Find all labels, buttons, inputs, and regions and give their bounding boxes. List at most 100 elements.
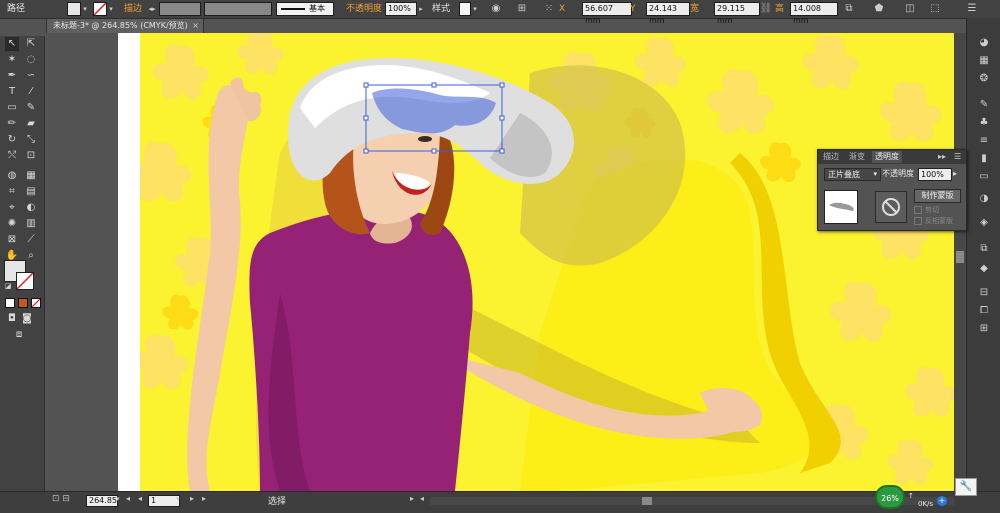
x-field[interactable]: 56.607 mm: [582, 2, 632, 25]
isolate-icon[interactable]: ◫: [903, 2, 917, 16]
make-mask-button[interactable]: 制作蒙版: [914, 189, 961, 203]
magic-wand-icon[interactable]: ✶: [5, 53, 19, 67]
opacity-slider-icon[interactable]: ▸: [953, 168, 957, 179]
width-field[interactable]: 29.115 mm: [714, 2, 760, 25]
network-monitor-badge[interactable]: 26%: [875, 485, 905, 509]
artboard-icon[interactable]: ⊠: [5, 233, 19, 247]
variable-width-profile[interactable]: [204, 2, 272, 16]
screen-mode-icon[interactable]: ⧈: [12, 328, 26, 342]
pen-icon[interactable]: ✒: [5, 69, 19, 83]
stroke-panel-icon[interactable]: ≡: [976, 134, 992, 148]
gradient-icon[interactable]: ▤: [24, 185, 38, 199]
stroke-weight-field[interactable]: [159, 2, 201, 16]
color-panel-icon[interactable]: ◕: [976, 36, 992, 50]
zoom-icon[interactable]: ⌕: [24, 249, 38, 263]
constrain-proportions-icon[interactable]: ⛓: [759, 2, 773, 16]
mesh-icon[interactable]: ⌗: [5, 185, 19, 199]
clip-checkbox[interactable]: 剪切: [914, 205, 939, 215]
next-artboard-icon[interactable]: ▸: [190, 494, 194, 503]
tab-transparency[interactable]: 透明度: [872, 151, 902, 163]
transform-icon[interactable]: ⧉: [842, 2, 856, 16]
symbols-panel-icon[interactable]: ♣: [976, 116, 992, 130]
fill-swatch[interactable]: [67, 2, 81, 16]
stroke-swatch[interactable]: [93, 2, 107, 16]
boost-icon[interactable]: +: [937, 496, 947, 506]
lasso-icon[interactable]: ◌: [24, 53, 38, 67]
stroke-weight-stepper[interactable]: ◂▸: [147, 2, 157, 16]
close-tab-icon[interactable]: ×: [192, 19, 199, 33]
status-menu-icon[interactable]: ▸: [410, 494, 414, 503]
type-icon[interactable]: T: [5, 85, 19, 99]
brush-definition[interactable]: 基本: [276, 2, 334, 16]
invert-mask-checkbox[interactable]: 反相蒙版: [914, 216, 953, 226]
align-grid-icon[interactable]: ⊞: [515, 2, 529, 16]
draw-normal-icon[interactable]: ◘: [5, 312, 19, 326]
shape-builder-icon[interactable]: ◍: [5, 169, 19, 183]
vertical-scrollbar[interactable]: [954, 33, 966, 491]
document-tab[interactable]: 未标题-3* @ 264.85% (CMYK/预览) ×: [46, 18, 204, 33]
stroke-dropdown[interactable]: ▾: [106, 2, 116, 16]
rotate-icon[interactable]: ↻: [5, 133, 19, 147]
height-field[interactable]: 14.008 mm: [790, 2, 838, 25]
last-artboard-icon[interactable]: ▸: [202, 494, 206, 503]
pathfinder-panel-icon[interactable]: ⧠: [976, 304, 992, 318]
transparency-panel-icon[interactable]: ◑: [976, 192, 992, 206]
slice-icon[interactable]: ⟋: [24, 233, 38, 247]
x-label[interactable]: X: [559, 2, 565, 16]
artboards-panel-icon[interactable]: ⧉: [976, 242, 992, 256]
vertical-scroll-thumb[interactable]: [956, 251, 964, 263]
blend-icon[interactable]: ◐: [24, 201, 38, 215]
gradient-panel-icon[interactable]: ▮: [976, 152, 992, 166]
y-label[interactable]: Y: [630, 2, 636, 16]
layers-panel-icon[interactable]: ◆: [976, 262, 992, 276]
free-transform-icon[interactable]: ⊡: [24, 149, 38, 163]
default-colors-icon[interactable]: ◪: [4, 282, 12, 290]
stroke-color-box[interactable]: [16, 272, 34, 290]
artwork[interactable]: [140, 33, 954, 491]
symbol-sprayer-icon[interactable]: ✺: [5, 217, 19, 231]
graphic-style-dropdown[interactable]: ▾: [470, 2, 480, 16]
height-label[interactable]: 高: [775, 2, 784, 16]
tab-gradient[interactable]: 渐变: [846, 151, 868, 163]
align-panel-icon[interactable]: ⊟: [976, 286, 992, 300]
selection-icon[interactable]: ↖: [5, 37, 19, 51]
column-graph-icon[interactable]: ▥: [24, 217, 38, 231]
previous-artboard-icon[interactable]: ◂: [126, 494, 130, 503]
y-field[interactable]: 24.143 mm: [646, 2, 690, 25]
draw-behind-icon[interactable]: ◙: [20, 312, 34, 326]
panel-opacity-field[interactable]: 100%: [918, 168, 952, 181]
width-label[interactable]: 宽: [690, 2, 699, 16]
fill-dropdown[interactable]: ▾: [80, 2, 90, 16]
artboard-nav-icon[interactable]: ⊡ ⊟: [52, 494, 70, 504]
color-guide-icon[interactable]: ❂: [976, 72, 992, 86]
blend-mode-select[interactable]: 正片叠底 ▾: [824, 168, 881, 181]
shape-icon[interactable]: ⬟: [872, 2, 886, 16]
direct-selection-icon[interactable]: ⇱: [24, 37, 38, 51]
pencil-icon[interactable]: ✏: [5, 117, 19, 131]
line-icon[interactable]: ⁄: [24, 85, 38, 99]
perspective-icon[interactable]: ▦: [24, 169, 38, 183]
appearance-panel-icon[interactable]: ▭: [976, 170, 992, 184]
curvature-icon[interactable]: ∽: [24, 69, 38, 83]
arrange-icon[interactable]: ⬚: [928, 2, 942, 16]
collapse-icon[interactable]: ▸▸: [938, 151, 946, 163]
stroke-label[interactable]: 描边: [124, 2, 142, 16]
first-artboard-icon[interactable]: ◂: [138, 494, 142, 503]
rectangle-icon[interactable]: ▭: [5, 101, 19, 115]
reference-point-icon[interactable]: ⁙: [542, 2, 556, 16]
recolor-artwork-icon[interactable]: ◉: [489, 2, 503, 16]
wrench-icon[interactable]: 🔧: [955, 478, 977, 496]
panel-menu-icon[interactable]: ☰: [954, 151, 961, 163]
color-mode-icon[interactable]: [5, 298, 15, 308]
mask-thumbnail[interactable]: [875, 191, 907, 223]
opacity-label[interactable]: 不透明度: [346, 2, 382, 16]
opacity-dropdown[interactable]: ▸: [416, 2, 426, 16]
brushes-panel-icon[interactable]: ✎: [976, 98, 992, 112]
tab-stroke[interactable]: 描边: [820, 151, 842, 163]
none-mode-icon[interactable]: [31, 298, 41, 308]
swatches-panel-icon[interactable]: ▦: [976, 54, 992, 68]
artboard-dropdown-icon[interactable]: ▾: [176, 495, 180, 503]
opacity-field[interactable]: 100%: [385, 2, 417, 16]
scroll-left-icon[interactable]: ◂: [420, 494, 424, 503]
transform-panel-icon[interactable]: ⊞: [976, 322, 992, 336]
